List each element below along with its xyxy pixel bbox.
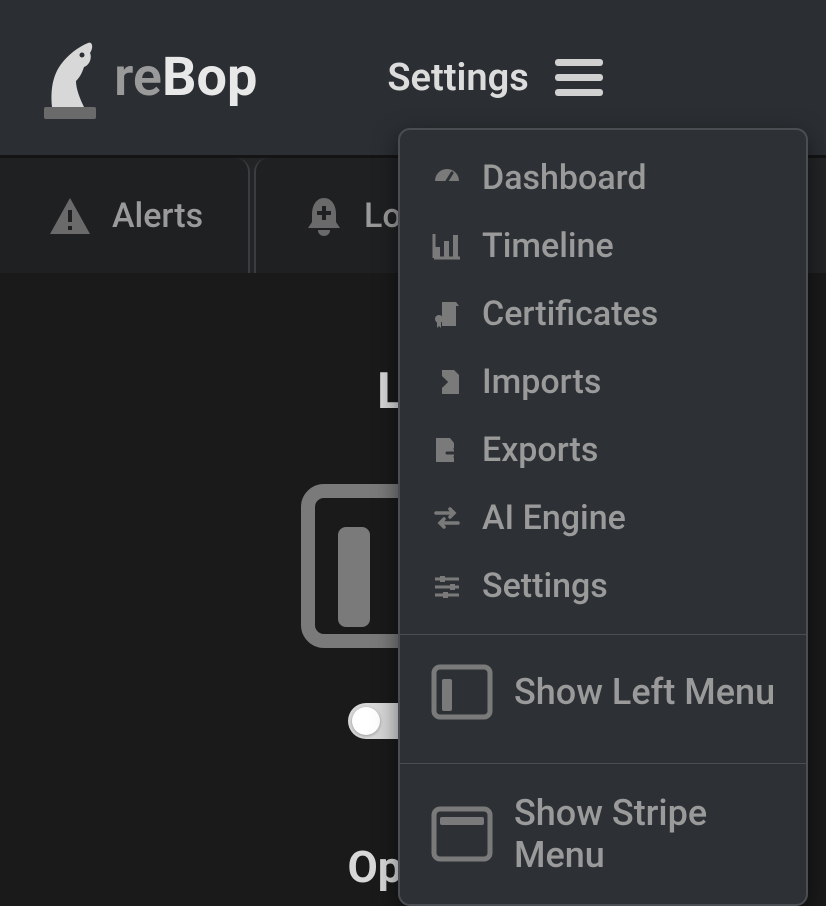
bell-plus-icon <box>304 194 344 238</box>
menu-item-label: Exports <box>482 430 598 470</box>
menu-item-show-left-menu[interactable]: Show Left Menu <box>400 635 806 749</box>
swap-icon <box>430 501 464 535</box>
warning-icon <box>48 196 92 236</box>
menu-item-ai-engine[interactable]: AI Engine <box>400 484 806 552</box>
menu-item-label: Dashboard <box>482 158 647 198</box>
certificate-icon <box>430 297 464 331</box>
menu-item-imports[interactable]: Imports <box>400 348 806 416</box>
settings-dropdown: Dashboard Timeline Certificates <box>398 128 808 906</box>
hamburger-icon[interactable] <box>555 59 603 96</box>
stripe-panel-icon <box>430 805 494 863</box>
menu-item-label: Timeline <box>482 226 614 266</box>
menu-item-exports[interactable]: Exports <box>400 416 806 484</box>
header-right: Settings <box>387 56 602 100</box>
menu-item-timeline[interactable]: Timeline <box>400 212 806 280</box>
knight-icon <box>40 37 100 119</box>
menu-item-certificates[interactable]: Certificates <box>400 280 806 348</box>
menu-item-label: Imports <box>482 362 601 402</box>
import-icon <box>430 365 464 399</box>
logo[interactable]: reBop <box>40 37 257 119</box>
menu-item-dashboard[interactable]: Dashboard <box>400 130 806 212</box>
header-title: Settings <box>387 56 528 100</box>
menu-item-label: Certificates <box>482 294 658 334</box>
menu-item-label: Show Left Menu <box>514 671 775 713</box>
tab-alerts[interactable]: Alerts <box>0 158 250 273</box>
export-icon <box>430 433 464 467</box>
menu-item-show-stripe-menu[interactable]: Show Stripe Menu <box>400 764 806 904</box>
menu-item-label: AI Engine <box>482 498 626 538</box>
menu-item-label: Settings <box>482 566 608 606</box>
brand-name: reBop <box>114 46 257 109</box>
timeline-icon <box>430 229 464 263</box>
tab-label: Lo <box>364 196 402 236</box>
dashboard-icon <box>430 161 464 195</box>
tab-label: Alerts <box>112 196 203 236</box>
left-panel-icon <box>430 663 494 721</box>
sliders-icon <box>430 569 464 603</box>
menu-item-label: Show Stripe Menu <box>514 792 776 876</box>
menu-item-settings[interactable]: Settings <box>400 552 806 620</box>
